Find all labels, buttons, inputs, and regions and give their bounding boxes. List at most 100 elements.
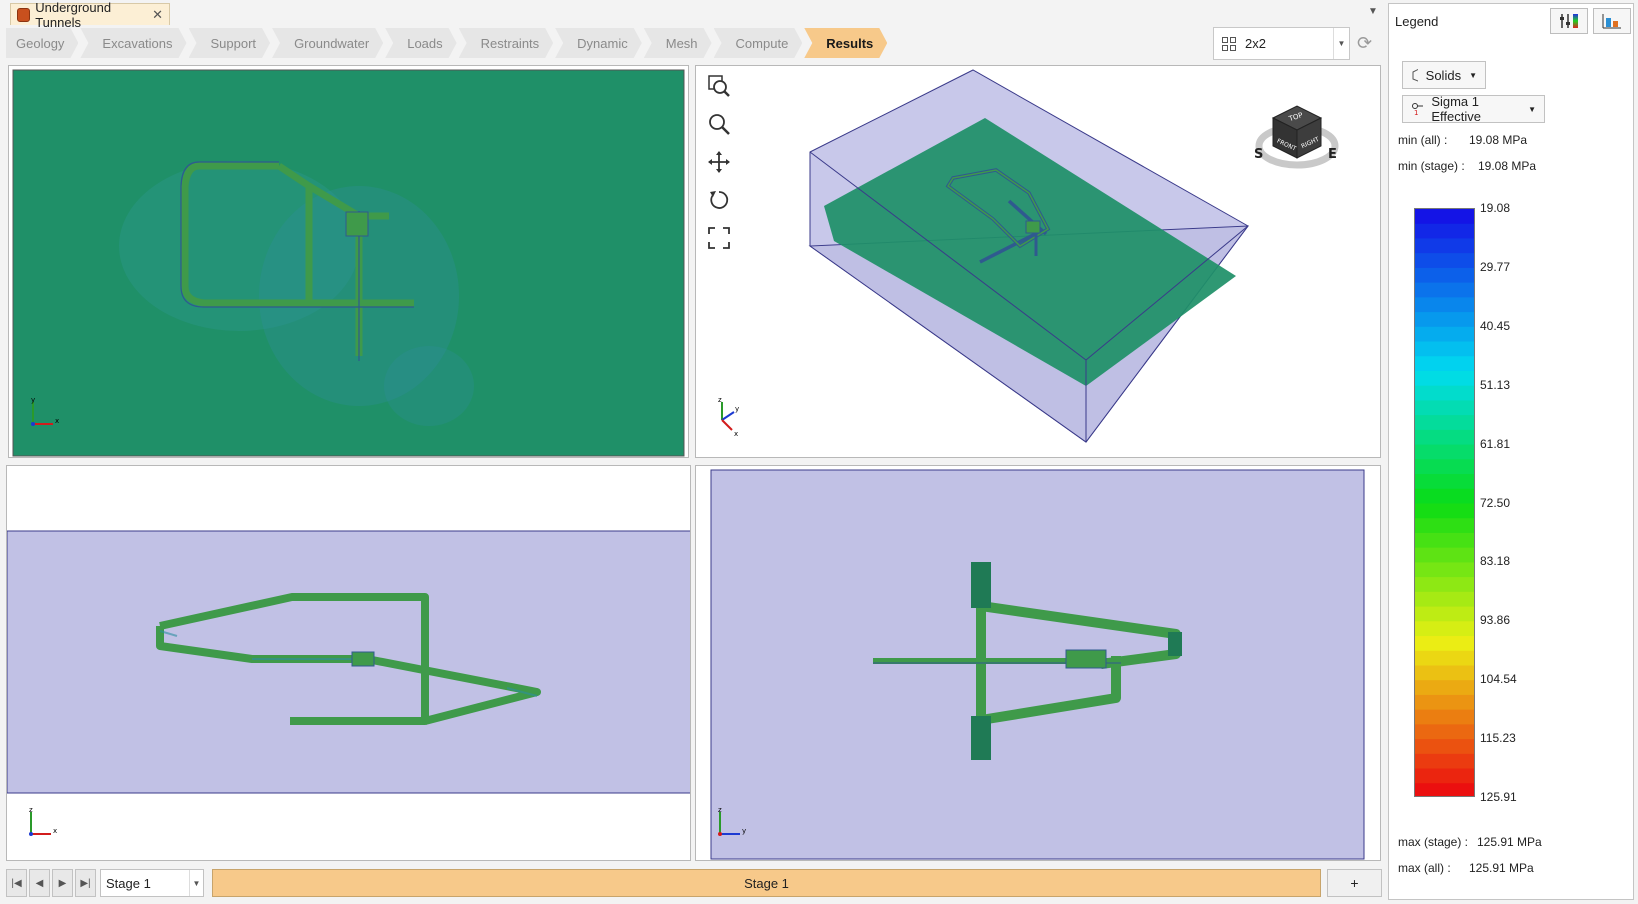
color-band (1415, 503, 1474, 519)
svg-text:z: z (718, 806, 722, 814)
stage-select-value: Stage 1 (106, 875, 151, 891)
svg-text:1: 1 (1414, 109, 1418, 116)
viewport-section-view[interactable]: z y (695, 465, 1381, 861)
first-stage-icon[interactable]: |◀ (6, 869, 27, 897)
color-band (1415, 636, 1474, 652)
color-band (1415, 356, 1474, 372)
viewport-plan-view[interactable]: y x (8, 65, 689, 458)
tab-label: Support (210, 35, 257, 51)
solids-dropdown[interactable]: Solids ▼ (1402, 61, 1486, 89)
color-band (1415, 415, 1474, 431)
color-band (1415, 238, 1474, 254)
legend-tick-label: 61.81 (1480, 436, 1511, 451)
legend-tick-label: 29.77 (1480, 259, 1511, 274)
color-band (1415, 680, 1474, 696)
color-band (1415, 650, 1474, 666)
legend-color-bar (1414, 208, 1475, 797)
zoom-icon[interactable] (705, 110, 733, 138)
color-band (1415, 724, 1474, 740)
viewport-3d-view[interactable]: TOP FRONT RIGHT S E z y x (695, 65, 1381, 458)
min-all-value: 19.08 MPa (1469, 133, 1528, 147)
color-band (1415, 621, 1474, 637)
pan-icon[interactable] (705, 148, 733, 176)
max-all-value: 125.91 MPa (1469, 861, 1534, 875)
add-stage-button[interactable]: + (1327, 869, 1382, 897)
color-band (1415, 312, 1474, 328)
zoom-extents-icon[interactable] (705, 224, 733, 252)
viewport-elevation-view[interactable]: z x (6, 465, 691, 861)
tab-label: Loads (407, 35, 443, 51)
color-band (1415, 253, 1474, 269)
legend-tick-label: 83.18 (1480, 554, 1511, 569)
add-stage-label: + (1350, 875, 1359, 891)
app-icon (17, 7, 31, 22)
axis-triad-icon: z x (29, 806, 57, 836)
solid-cube-icon (1412, 69, 1418, 82)
color-band (1415, 591, 1474, 608)
tab-geology[interactable]: Geology (6, 28, 78, 58)
color-band (1415, 223, 1474, 239)
tab-restraints[interactable]: Restraints (459, 28, 554, 58)
svg-text:y: y (742, 827, 746, 835)
view-cube-east-label: E (1328, 147, 1337, 162)
color-band (1415, 297, 1474, 313)
tab-label: Restraints (480, 35, 540, 51)
previous-stage-icon[interactable]: ◀ (29, 869, 50, 897)
view-toolbar (705, 72, 733, 252)
tab-compute[interactable]: Compute (714, 28, 803, 58)
color-band (1415, 562, 1474, 578)
zoom-window-icon[interactable] (705, 72, 733, 100)
chevron-down-icon: ▼ (1333, 28, 1349, 59)
color-band (1415, 370, 1474, 387)
color-band (1415, 326, 1474, 343)
rotate-icon[interactable] (705, 186, 733, 214)
plan-view-render (12, 69, 685, 457)
color-band (1415, 488, 1474, 504)
color-band (1415, 694, 1474, 711)
tab-mesh[interactable]: Mesh (644, 28, 712, 58)
last-stage-icon[interactable]: ▶| (75, 869, 96, 897)
tab-excavations[interactable]: Excavations (80, 28, 186, 58)
document-tab[interactable]: Underground Tunnels ✕ (10, 0, 170, 30)
tab-results[interactable]: Results (804, 28, 887, 58)
svg-text:x: x (55, 417, 59, 425)
color-band (1415, 577, 1474, 593)
tab-groundwater[interactable]: Groundwater (272, 28, 383, 58)
color-band (1415, 400, 1474, 416)
legend-settings-button[interactable] (1550, 8, 1588, 34)
max-stage-value: 125.91 MPa (1477, 835, 1542, 849)
color-band (1415, 606, 1474, 622)
color-band (1415, 739, 1474, 755)
viewport-layout-select[interactable]: 2x2 ▼ (1213, 27, 1350, 60)
refresh-icon[interactable]: ⟳ (1357, 33, 1372, 54)
color-band (1415, 459, 1474, 475)
color-band (1415, 385, 1474, 401)
solids-label: Solids (1425, 67, 1462, 83)
result-type-dropdown[interactable]: 1 Sigma 1 Effective ▼ (1402, 94, 1545, 124)
max-all-label: max (all) : (1398, 861, 1451, 875)
axis-triad-icon: z y x (718, 396, 739, 438)
close-tab-icon[interactable]: ✕ (152, 7, 163, 23)
view-cube[interactable]: TOP FRONT RIGHT S E (1251, 86, 1341, 172)
legend-tick-label: 93.86 (1480, 613, 1511, 628)
color-band (1415, 429, 1474, 446)
legend-tick-label: 40.45 (1480, 318, 1511, 333)
tab-list-chevron-down-icon[interactable]: ▼ (1368, 6, 1378, 17)
tab-support[interactable]: Support (189, 28, 271, 58)
legend-chart-button[interactable] (1593, 8, 1631, 34)
view-cube-south-label: S (1254, 147, 1263, 162)
section-render (710, 469, 1365, 860)
tab-dynamic[interactable]: Dynamic (555, 28, 642, 58)
tab-loads[interactable]: Loads (385, 28, 456, 58)
next-stage-icon[interactable]: ▶ (52, 869, 73, 897)
max-stage-label: max (stage) : (1398, 835, 1469, 849)
tab-label: Groundwater (294, 35, 370, 51)
axis-triad-icon: z y (718, 806, 746, 836)
color-band (1415, 341, 1474, 357)
stage-tab-stage-1[interactable]: Stage 1 (212, 869, 1321, 897)
svg-text:z: z (29, 806, 33, 814)
sliders-icon (1560, 14, 1578, 28)
legend-title: Legend (1395, 14, 1439, 29)
stage-select[interactable]: Stage 1 ▼ (100, 869, 204, 897)
legend-tick-label: 125.91 (1480, 790, 1517, 804)
